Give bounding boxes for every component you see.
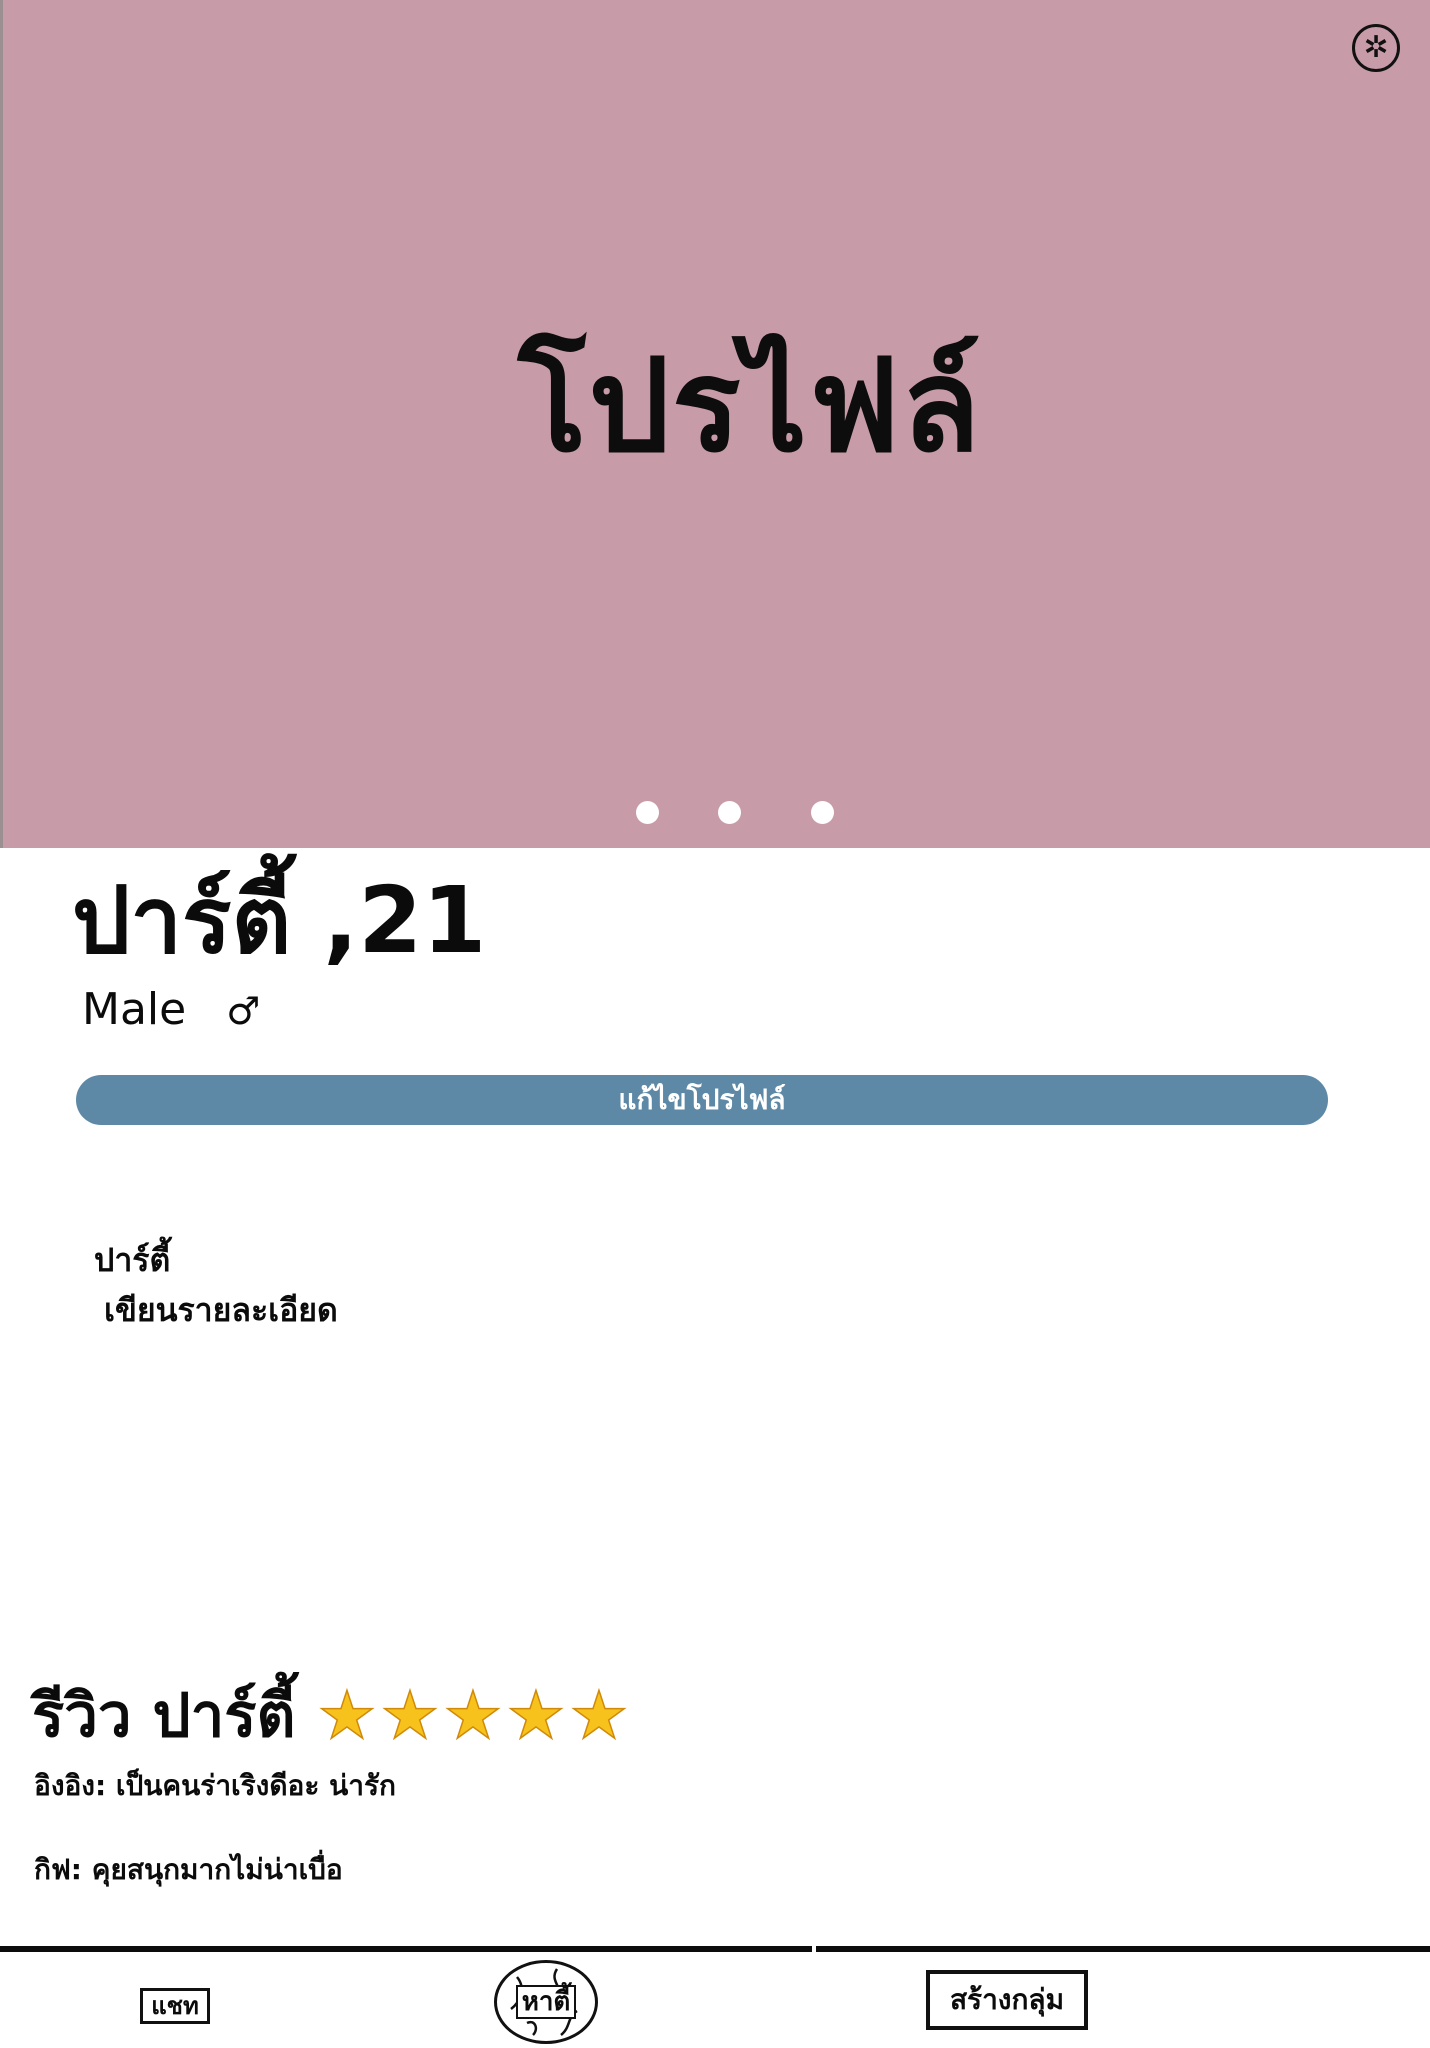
page-title: โปรไฟล์ [517, 332, 983, 481]
gender-label: Male [82, 984, 187, 1035]
review-item: กิฟ: คุยสนุกมากไม่น่าเบื่อ [34, 1853, 343, 1886]
star-icon: ★ [380, 1677, 441, 1754]
carousel-dot-3[interactable] [811, 801, 834, 824]
star-icon: ★ [569, 1677, 630, 1754]
reviews-header: รีวิว ปาร์ตี้ ★ ★ ★ ★ ★ [32, 1676, 630, 1756]
carousel-dot-2[interactable] [718, 801, 741, 824]
reviews-title: รีวิว ปาร์ตี้ [32, 1681, 296, 1751]
create-group-tab-button[interactable]: สร้างกลุ่ม [926, 1970, 1088, 2030]
carousel-dot-1[interactable] [636, 801, 659, 824]
bio-description: เขียนรายละเอียด [104, 1291, 338, 1329]
male-symbol-icon: ♂ [226, 989, 261, 1033]
rating-stars: ★ ★ ★ ★ ★ [315, 1677, 630, 1754]
profile-screen: โปรไฟล์ ✲ ปาร์ตี้ ,21 Male ♂ แก้ไขโปรไฟล์… [0, 0, 1430, 2048]
find-party-label: หาตี้ [515, 1985, 577, 2019]
divider-gap [812, 1946, 816, 1952]
find-party-tab-button[interactable]: หาตี้ [494, 1960, 598, 2044]
star-icon: ★ [443, 1677, 504, 1754]
chat-tab-button[interactable]: แชท [140, 1988, 210, 2024]
bottom-nav-divider [0, 1946, 1430, 1952]
edit-profile-button[interactable]: แก้ไขโปรไฟล์ [76, 1075, 1328, 1125]
carousel-indicator [636, 801, 846, 825]
profile-photo-carousel[interactable]: โปรไฟล์ ✲ [0, 0, 1430, 848]
star-icon: ★ [506, 1677, 567, 1754]
gender-row: Male ♂ [82, 984, 260, 1037]
profile-name-age: ปาร์ตี้ ,21 [72, 867, 487, 974]
star-icon: ★ [317, 1677, 378, 1754]
review-item: อิงอิง: เป็นคนร่าเริงดีอะ น่ารัก [34, 1769, 396, 1802]
bio-name: ปาร์ตี้ [94, 1241, 171, 1279]
gear-icon[interactable]: ✲ [1352, 24, 1400, 72]
